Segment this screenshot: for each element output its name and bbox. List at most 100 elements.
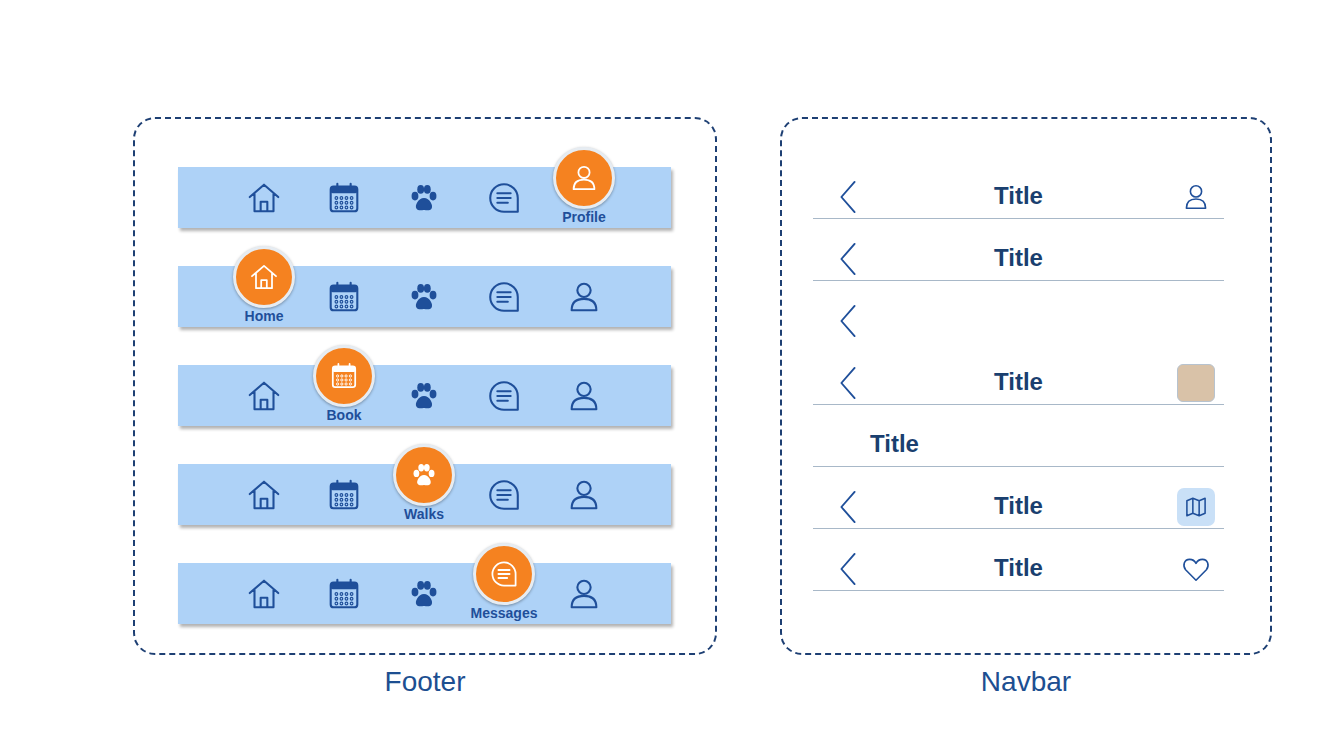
footer-item[interactable] — [544, 464, 624, 525]
footer-item[interactable] — [464, 365, 544, 426]
footer-item[interactable] — [464, 167, 544, 228]
paw-icon — [408, 459, 440, 491]
navbar-title: Title — [994, 492, 1043, 519]
message-icon — [485, 179, 523, 217]
map-icon — [1182, 493, 1210, 521]
footer-item[interactable] — [224, 563, 304, 624]
navbar-row: Title — [813, 237, 1224, 281]
navbar-panel: Title Title Title Title Title Title — [780, 117, 1272, 655]
paw-icon — [405, 575, 443, 613]
back-button[interactable] — [838, 366, 858, 400]
footer-item[interactable] — [384, 266, 464, 327]
navbar-title: Title — [994, 244, 1043, 271]
navbar-section: Title Title Title Title Title Title Navbar — [780, 117, 1272, 699]
footer-item[interactable] — [304, 464, 384, 525]
back-button[interactable] — [838, 180, 858, 214]
navbar-left — [813, 490, 870, 524]
footer-item[interactable] — [384, 563, 464, 624]
footer-item[interactable]: Profile — [544, 167, 624, 228]
footer-item[interactable] — [544, 266, 624, 327]
active-circle — [393, 444, 455, 506]
footer-item[interactable] — [544, 563, 624, 624]
navbar-title: Title — [994, 368, 1043, 395]
footer-item-label: Profile — [562, 209, 606, 225]
footer-item[interactable] — [304, 266, 384, 327]
active-circle — [233, 246, 295, 308]
navbar-center: Title — [870, 554, 1167, 583]
footer-item[interactable]: Walks — [384, 464, 464, 525]
message-icon — [485, 476, 523, 514]
active-circle — [553, 147, 615, 209]
back-button[interactable] — [838, 490, 858, 524]
active-circle — [313, 345, 375, 407]
chevron-left-icon — [838, 242, 858, 276]
profile-button[interactable] — [1180, 181, 1212, 213]
active-circle — [473, 543, 535, 605]
footer-item[interactable]: Book — [304, 365, 384, 426]
footer-item[interactable]: Messages — [464, 563, 544, 624]
footer-item-label: Home — [245, 308, 284, 324]
calendar-icon — [325, 575, 363, 613]
calendar-icon — [325, 476, 363, 514]
footer-item[interactable]: Home — [224, 266, 304, 327]
navbar-center: Title — [870, 430, 1167, 459]
footer-panel: Profile Home Book Walks Messages — [133, 117, 717, 655]
back-button[interactable] — [838, 552, 858, 586]
map-button[interactable] — [1177, 488, 1215, 526]
home-icon — [245, 377, 283, 415]
navbar-row: Title — [813, 361, 1224, 405]
navbar-title: Title — [994, 182, 1043, 209]
paw-icon — [405, 278, 443, 316]
home-icon — [245, 179, 283, 217]
navbar-right — [1167, 553, 1224, 585]
navbar-caption: Navbar — [981, 665, 1071, 699]
footer-item[interactable] — [224, 464, 304, 525]
heart-icon — [1180, 553, 1212, 585]
favorite-button[interactable] — [1180, 553, 1212, 585]
back-button[interactable] — [838, 242, 858, 276]
profile-icon — [1180, 181, 1212, 213]
chevron-left-icon — [838, 490, 858, 524]
footer-section: ProfileHomeBookWalksMessagesFooter — [133, 117, 717, 699]
back-button[interactable] — [838, 304, 858, 338]
footer-item[interactable] — [384, 365, 464, 426]
navbar-row: Title — [813, 485, 1224, 529]
navbar-left — [813, 366, 870, 400]
chevron-left-icon — [838, 552, 858, 586]
footer-item[interactable] — [224, 365, 304, 426]
navbar-left — [813, 304, 870, 338]
footer-item[interactable] — [544, 365, 624, 426]
footer-item-label: Walks — [404, 506, 444, 522]
footer-bar: Home — [178, 266, 671, 327]
navbar-left — [813, 180, 870, 214]
navbar-row: Title — [813, 547, 1224, 591]
avatar-photo[interactable] — [1177, 364, 1215, 402]
navbar-left — [813, 242, 870, 276]
navbar-center: Title — [870, 368, 1167, 397]
navbar-right — [1167, 488, 1224, 526]
footer-item[interactable] — [464, 266, 544, 327]
message-icon — [485, 278, 523, 316]
profile-icon — [568, 162, 600, 194]
navbar-left — [813, 552, 870, 586]
profile-icon — [565, 278, 603, 316]
navbar-title: Title — [870, 430, 919, 457]
navbar-right — [1167, 181, 1224, 213]
footer-item[interactable] — [464, 464, 544, 525]
home-icon — [245, 575, 283, 613]
footer-item[interactable] — [304, 563, 384, 624]
footer-item[interactable] — [304, 167, 384, 228]
calendar-icon — [328, 360, 360, 392]
footer-bar: Book — [178, 365, 671, 426]
calendar-icon — [325, 179, 363, 217]
navbar-row: Title — [813, 175, 1224, 219]
profile-icon — [565, 575, 603, 613]
navbar-right — [1167, 364, 1224, 402]
profile-icon — [565, 476, 603, 514]
footer-item[interactable] — [384, 167, 464, 228]
navbar-center: Title — [870, 492, 1167, 521]
chevron-left-icon — [838, 304, 858, 338]
footer-item[interactable] — [224, 167, 304, 228]
footer-bar: Profile — [178, 167, 671, 228]
message-icon — [485, 377, 523, 415]
